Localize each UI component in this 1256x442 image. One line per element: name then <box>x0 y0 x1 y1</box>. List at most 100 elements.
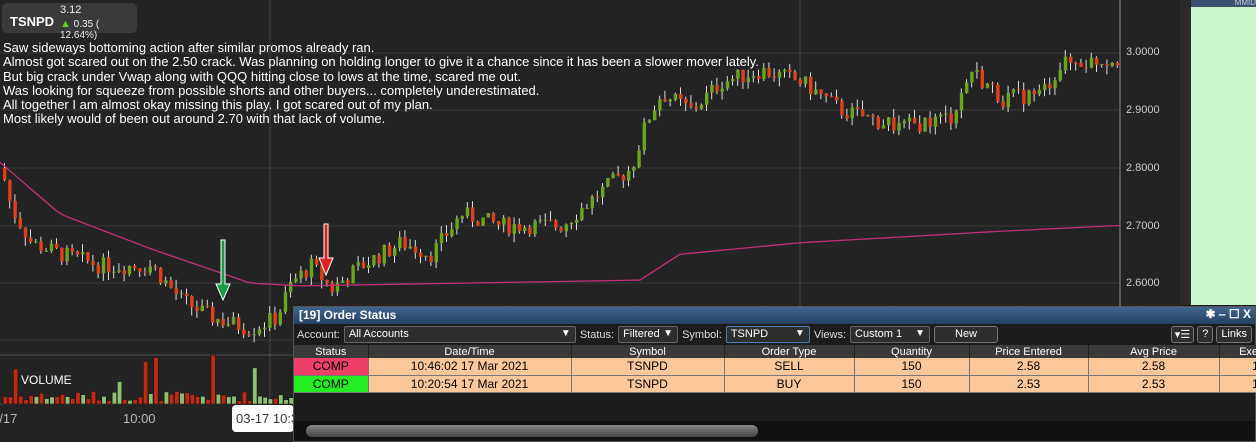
column-header[interactable]: Avg Price <box>1088 345 1220 358</box>
candle-body <box>112 271 116 273</box>
candle-body <box>798 79 802 84</box>
column-header[interactable]: Status <box>294 345 369 358</box>
volume-bar <box>54 396 60 405</box>
column-header[interactable]: Price Entered <box>969 345 1089 358</box>
candle-body <box>127 265 132 275</box>
candle-body <box>486 213 490 218</box>
column-header[interactable]: Date/Time <box>368 345 572 358</box>
candle-body <box>174 287 178 295</box>
account-select[interactable]: All Accounts ▼ <box>343 326 576 343</box>
candle-body <box>429 255 433 263</box>
candle-body <box>367 265 371 268</box>
candle-body <box>497 221 501 225</box>
candle-body <box>413 246 418 253</box>
candle-body <box>169 280 173 288</box>
volume-bar <box>23 399 29 405</box>
volume-bar <box>169 394 175 405</box>
scrollbar-thumb[interactable] <box>306 425 758 437</box>
candle-body <box>143 271 147 273</box>
symbol-select[interactable]: TSNPD ▼ <box>725 326 810 343</box>
candle-body <box>855 107 860 109</box>
candle-body <box>959 93 964 111</box>
candle-body <box>897 123 901 131</box>
candle-body <box>101 257 106 274</box>
table-row[interactable]: COMP 10:20:54 17 Mar 2021 TSNPD BUY 150 … <box>294 375 1256 393</box>
column-header[interactable]: Executed <box>1219 345 1256 358</box>
candle-body <box>1089 57 1094 68</box>
column-menu-button[interactable]: ▾☰ <box>1170 326 1195 343</box>
note-line: Was looking for squeeze from possible sh… <box>3 82 540 98</box>
candle-body <box>55 243 59 248</box>
candle-body <box>824 93 828 97</box>
candle-body <box>205 305 210 307</box>
volume-bar <box>7 396 13 405</box>
help-button[interactable]: ? <box>1197 326 1214 343</box>
views-select[interactable]: Custom 1 ▼ <box>850 326 931 343</box>
candle-body <box>346 280 350 284</box>
candle-body <box>107 257 111 273</box>
type-cell: SELL <box>724 358 855 376</box>
candle-body <box>871 115 875 118</box>
candle-body <box>783 69 787 72</box>
candle-body <box>803 76 808 84</box>
candle-body <box>829 96 834 98</box>
candle-body <box>200 305 204 311</box>
candle-body <box>3 168 7 181</box>
volume-bar <box>80 394 86 405</box>
candle-body <box>34 241 38 243</box>
candle-body <box>450 229 454 237</box>
window-controls[interactable]: ✱ ‒ ☐ X <box>1206 307 1252 321</box>
column-header[interactable]: Quantity <box>854 345 970 358</box>
quantity-cell: 150 <box>854 358 970 376</box>
candle-body <box>549 219 553 221</box>
candle-body <box>159 267 163 284</box>
x-label: 3/17 <box>0 411 18 426</box>
candle-body <box>393 248 397 256</box>
chevron-down-icon: ▼ <box>560 328 571 339</box>
candle-body <box>1032 90 1036 95</box>
price-entered-cell: 2.53 <box>969 375 1089 393</box>
candle-body <box>242 329 246 335</box>
candle-body <box>949 113 953 124</box>
new-button[interactable]: New <box>934 326 999 343</box>
candle-body <box>60 247 64 262</box>
candle-body <box>590 196 594 208</box>
candle-body <box>377 255 381 264</box>
candle-body <box>944 113 948 115</box>
executed-cell: 150 <box>1219 358 1256 376</box>
candle-body <box>341 280 345 283</box>
candle-body <box>460 216 464 219</box>
views-value: Custom 1 <box>855 328 903 340</box>
candle-body <box>299 270 303 279</box>
candle-body <box>861 108 865 117</box>
volume-bar <box>179 392 185 405</box>
candle-body <box>985 83 990 88</box>
table-row[interactable]: COMP 10:46:02 17 Mar 2021 TSNPD SELL 150… <box>294 358 1256 376</box>
status-select[interactable]: Filtered ▼ <box>618 326 679 343</box>
links-button[interactable]: Links <box>1216 326 1252 343</box>
candle-body <box>616 173 620 176</box>
candle-body <box>991 83 995 85</box>
candle-body <box>606 177 610 187</box>
candle-body <box>294 278 298 282</box>
candle-body <box>382 245 386 264</box>
volume-bar <box>273 397 279 405</box>
candle-body <box>65 247 69 262</box>
candle-body <box>164 280 168 284</box>
candle-body <box>372 255 376 266</box>
candle-body <box>923 117 927 132</box>
column-header[interactable]: Order Type <box>724 345 855 358</box>
candle-body <box>627 170 631 181</box>
window-titlebar[interactable]: [19] Order Status ✱ ‒ ☐ X <box>294 307 1255 324</box>
candle-body <box>835 96 839 101</box>
volume-bar <box>205 399 211 405</box>
volume-bar <box>70 398 76 405</box>
candle-body <box>965 82 969 94</box>
horizontal-scrollbar[interactable] <box>294 421 1255 441</box>
mmid-header[interactable]: MMID <box>1191 0 1256 7</box>
volume-bar <box>44 398 50 405</box>
candle-body <box>996 84 1000 102</box>
candle-body <box>632 167 636 171</box>
column-header[interactable]: Symbol <box>571 345 725 358</box>
candle-body <box>1100 64 1104 66</box>
